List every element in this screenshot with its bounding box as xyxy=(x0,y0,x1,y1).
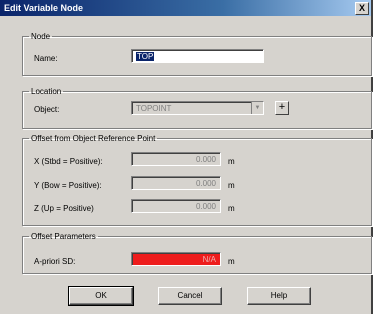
object-label: Object: xyxy=(34,105,60,114)
z-offset-input[interactable]: 0.000 xyxy=(131,199,221,213)
y-offset-input[interactable]: 0.000 xyxy=(131,176,221,190)
title-bar[interactable]: Edit Variable Node X xyxy=(0,0,371,16)
z-unit: m xyxy=(228,204,235,213)
object-select[interactable]: TOPOINT ▼ xyxy=(131,101,264,115)
close-button[interactable]: X xyxy=(355,2,369,15)
ok-button[interactable]: OK xyxy=(68,286,134,306)
x-label: X (Stbd = Positive): xyxy=(34,157,103,166)
x-offset-input[interactable]: 0.000 xyxy=(131,152,221,166)
x-unit: m xyxy=(228,157,235,166)
chevron-down-icon[interactable]: ▼ xyxy=(251,102,263,114)
object-value: TOPOINT xyxy=(136,104,172,113)
name-label: Name: xyxy=(34,54,58,63)
z-label: Z (Up = Positive) xyxy=(34,204,94,213)
y-label: Y (Bow = Positive): xyxy=(34,181,102,190)
name-value: TOP xyxy=(136,52,155,61)
plus-icon: + xyxy=(278,101,286,113)
dialog-window: Edit Variable Node X Node Name: TOP Loca… xyxy=(0,0,373,314)
sd-label: A-priori SD: xyxy=(34,257,76,266)
sd-input[interactable]: N/A xyxy=(131,252,221,266)
node-legend: Node xyxy=(31,32,51,41)
offset-legend: Offset from Object Reference Point xyxy=(31,134,156,143)
params-legend: Offset Parameters xyxy=(31,232,96,241)
cancel-button[interactable]: Cancel xyxy=(158,287,222,305)
y-unit: m xyxy=(228,181,235,190)
add-object-button[interactable]: + xyxy=(275,101,289,115)
name-input[interactable]: TOP xyxy=(131,49,264,63)
help-button[interactable]: Help xyxy=(247,287,311,305)
window-title: Edit Variable Node xyxy=(4,3,84,13)
sd-unit: m xyxy=(228,257,235,266)
location-legend: Location xyxy=(31,87,62,96)
